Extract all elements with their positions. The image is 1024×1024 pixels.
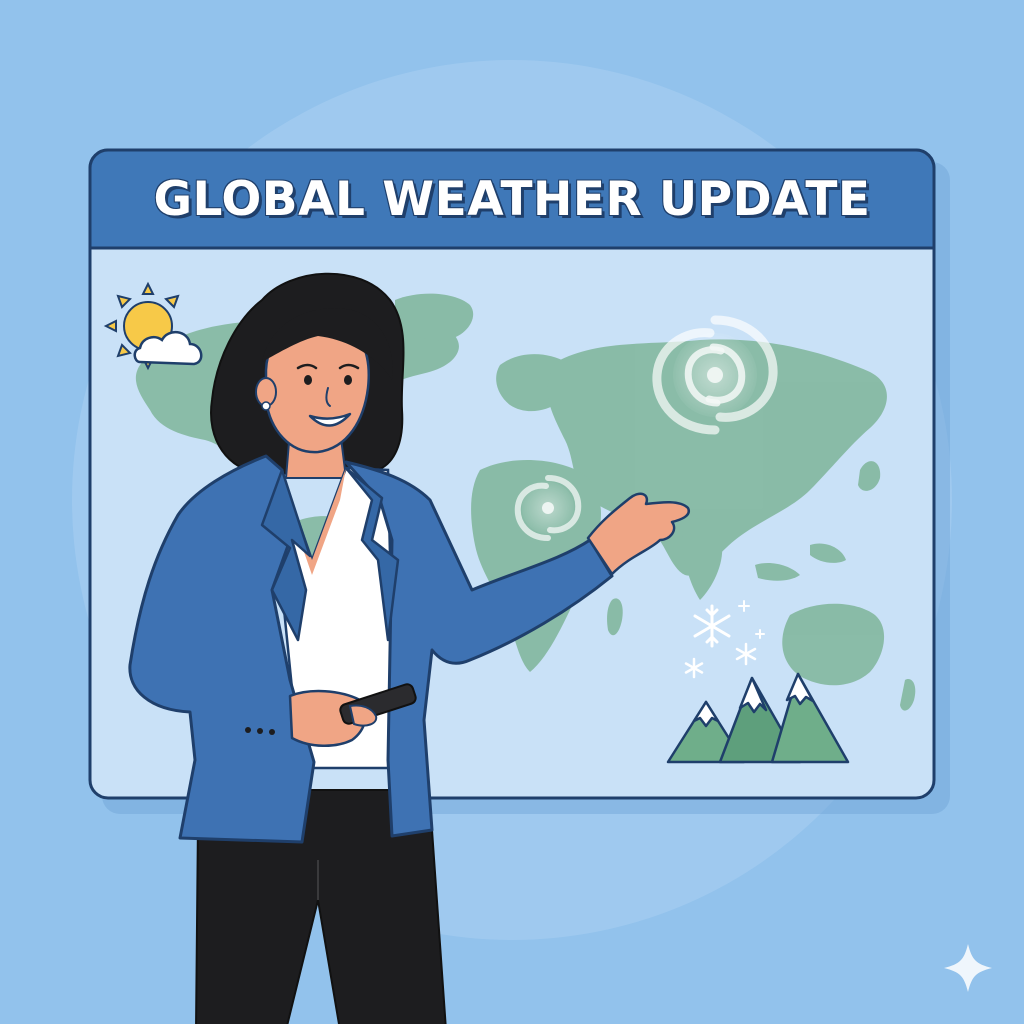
- eye: [344, 375, 352, 385]
- sleeve-button: [245, 727, 251, 733]
- sleeve-button: [269, 729, 275, 735]
- eye: [304, 375, 312, 385]
- board-header: [88, 148, 936, 250]
- sparkle-icon: [944, 944, 992, 992]
- sleeve-button: [257, 728, 263, 734]
- weather-illustration: GLOBAL WEATHER UPDATE: [0, 0, 1024, 1024]
- earring: [261, 401, 271, 411]
